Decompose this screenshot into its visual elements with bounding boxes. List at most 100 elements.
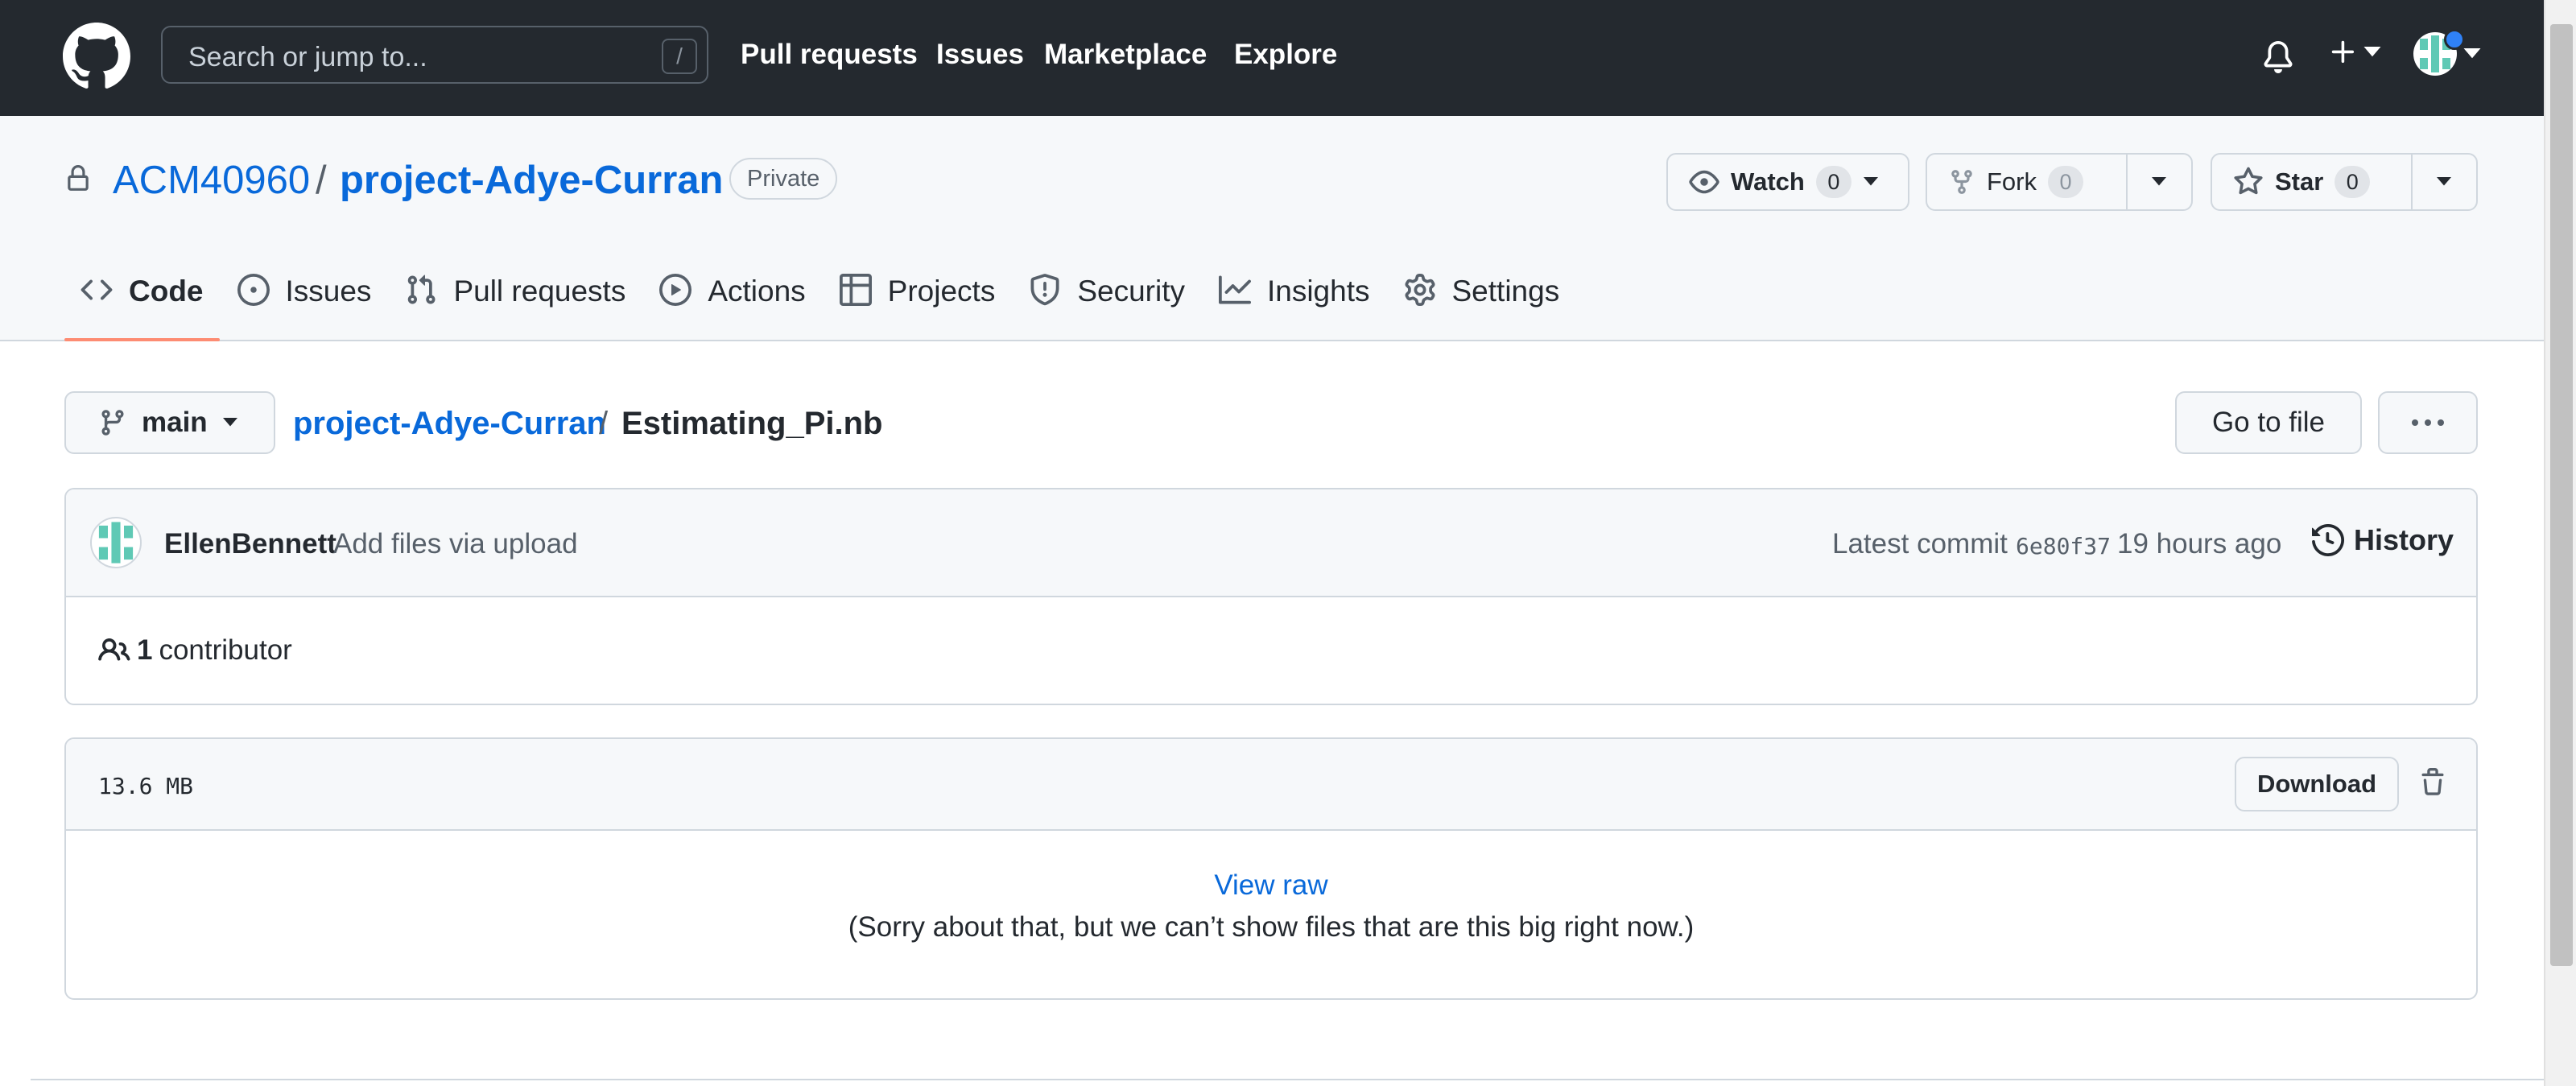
play-icon [659, 274, 692, 306]
tab-actions-label: Actions [708, 275, 806, 308]
view-raw-link[interactable]: View raw [66, 869, 2476, 902]
code-icon [80, 279, 113, 300]
fork-dropdown-button[interactable] [2125, 155, 2191, 209]
history-link[interactable]: History [2312, 523, 2454, 557]
people-icon [98, 638, 130, 661]
star-dropdown-button[interactable] [2410, 155, 2476, 209]
nav-explore[interactable]: Explore [1234, 39, 1337, 71]
file-size: 13.6 MB [98, 773, 194, 799]
caret-down-icon [2363, 47, 2381, 57]
history-label: History [2354, 523, 2454, 556]
eye-icon [1689, 170, 1719, 194]
commit-message-link[interactable]: Add files via upload [333, 528, 578, 560]
download-button[interactable]: Download [2235, 757, 2399, 811]
nav-marketplace[interactable]: Marketplace [1044, 39, 1207, 71]
git-branch-icon [101, 410, 124, 436]
star-button-group: Star 0 [2211, 153, 2478, 211]
fork-label: Fork [1987, 167, 2037, 196]
repo-name-link[interactable]: project-Adye-Curran [340, 158, 723, 203]
bell-icon[interactable] [2262, 39, 2294, 76]
file-header: 13.6 MB Download [66, 739, 2476, 831]
star-button[interactable]: Star 0 [2212, 155, 2411, 209]
kebab-horizontal-icon [2412, 419, 2444, 426]
watch-label: Watch [1731, 167, 1805, 196]
caret-down-icon [2463, 48, 2481, 59]
plus-icon [2331, 40, 2355, 64]
breadcrumb-filename: Estimating_Pi.nb [621, 406, 883, 441]
branch-name: main [142, 407, 208, 438]
contributor-label: contributor [159, 634, 292, 666]
avatar[interactable] [90, 517, 142, 568]
repo-path-separator: / [316, 159, 327, 202]
search-input[interactable]: Search or jump to... / [161, 26, 708, 84]
caret-down-icon [2437, 177, 2452, 186]
go-to-file-button[interactable]: Go to file [2175, 391, 2362, 454]
tab-pull-requests[interactable]: Pull requests [389, 274, 642, 341]
page-scrollbar[interactable] [2544, 0, 2576, 1086]
nav-issues[interactable]: Issues [936, 39, 1024, 71]
tab-settings[interactable]: Settings [1388, 274, 1576, 341]
tab-security-label: Security [1077, 275, 1185, 308]
caret-down-icon [2152, 177, 2167, 186]
footer-divider [31, 1079, 2544, 1080]
nav-pull-requests[interactable]: Pull requests [741, 39, 918, 71]
trash-icon[interactable] [2418, 766, 2447, 799]
repo-forked-icon [1951, 170, 1972, 194]
history-icon [2312, 524, 2344, 556]
git-pull-request-icon [408, 275, 436, 304]
tab-settings-label: Settings [1451, 275, 1560, 308]
star-count: 0 [2334, 166, 2371, 198]
star-label: Star [2275, 167, 2324, 196]
tab-security[interactable]: Security [1013, 274, 1201, 341]
search-placeholder: Search or jump to... [188, 42, 427, 72]
watch-count: 0 [1815, 166, 1852, 198]
notification-dot [2444, 29, 2465, 50]
commit-sha-link[interactable]: 6e80f37 [2016, 533, 2111, 560]
watch-button[interactable]: Watch 0 [1668, 155, 1898, 209]
fork-count: 0 [2048, 166, 2083, 198]
search-shortcut-key: / [662, 39, 697, 74]
caret-down-icon [222, 418, 237, 427]
file-too-large-message: (Sorry about that, but we can’t show fil… [848, 911, 1695, 943]
contributor-count: 1 [137, 634, 153, 666]
lock-icon [68, 165, 89, 191]
github-mark-icon[interactable] [63, 23, 130, 90]
breadcrumb-separator: / [599, 406, 609, 441]
shield-icon [1030, 274, 1059, 306]
commit-author-link[interactable]: EllenBennett [164, 528, 336, 560]
file-viewer: 13.6 MB Download View raw (Sorry about t… [64, 737, 2478, 1000]
latest-commit-box: EllenBennett Add files via upload Latest… [64, 488, 2478, 705]
repo-owner-link[interactable]: ACM40960 [113, 158, 310, 203]
watch-button-group: Watch 0 [1666, 153, 1909, 211]
create-new-menu[interactable] [2328, 37, 2381, 68]
tab-projects[interactable]: Projects [824, 274, 1012, 341]
issue-opened-icon [237, 274, 270, 306]
latest-commit-label: Latest commit [1832, 528, 2008, 560]
branch-select-button[interactable]: main [64, 391, 275, 454]
star-icon [2234, 167, 2263, 195]
commit-header: EllenBennett Add files via upload Latest… [66, 489, 2476, 597]
tab-insights[interactable]: Insights [1203, 274, 1386, 341]
identicon-icon [98, 522, 134, 564]
tab-issues[interactable]: Issues [221, 274, 388, 341]
tab-pull-requests-label: Pull requests [453, 275, 626, 308]
contributors-summary[interactable]: 1 contributor [98, 634, 292, 667]
graph-icon [1218, 275, 1251, 304]
caret-down-icon [1863, 177, 1878, 186]
fork-button[interactable]: Fork 0 [1927, 155, 2126, 209]
tab-insights-label: Insights [1266, 275, 1370, 308]
repo-tabs: Code Issues Pull requests Actions Projec… [64, 274, 1577, 341]
visibility-badge: Private [729, 158, 838, 200]
commit-timestamp: 19 hours ago [2117, 528, 2282, 560]
more-options-button[interactable] [2378, 391, 2478, 454]
tab-code-label: Code [129, 275, 204, 308]
table-icon [839, 274, 872, 306]
tab-projects-label: Projects [887, 275, 996, 308]
fork-button-group: Fork 0 [1926, 153, 2193, 211]
scrollbar-thumb[interactable] [2550, 24, 2573, 966]
tab-actions[interactable]: Actions [643, 274, 821, 341]
breadcrumb-repo-link[interactable]: project-Adye-Curran [293, 406, 606, 442]
tab-code[interactable]: Code [64, 274, 220, 341]
tab-issues-label: Issues [285, 275, 372, 308]
gear-icon [1404, 274, 1435, 306]
